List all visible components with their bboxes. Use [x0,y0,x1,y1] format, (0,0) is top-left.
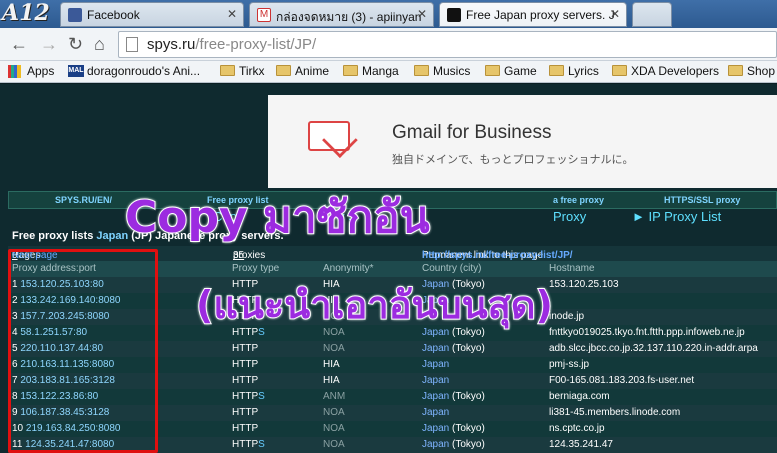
col-anonymity: Anonymity* [323,263,374,274]
proxy-type: HTTPS [232,391,265,402]
proxy-type: HTTP [232,343,259,354]
col-country: Country (city) [422,263,482,274]
country: Japan (Tokyo) [422,343,485,354]
tab-label: Free Japan proxy servers. J [466,8,615,22]
tab-facebook[interactable]: Facebook ✕ [60,2,244,27]
nav-https-ssl-proxy[interactable]: HTTPS/SSL proxy [664,195,740,205]
close-icon[interactable]: ✕ [417,7,427,21]
overlay-text-copy: Copy มาซักอัน [124,191,431,244]
forward-icon[interactable]: → [40,34,58,55]
anonymity: NOA [323,343,345,354]
country: Japan [422,407,450,418]
close-icon[interactable]: ✕ [227,7,237,21]
site-icon: MAL [68,65,84,77]
reload-icon[interactable]: ↻ [68,34,83,55]
facebook-icon [68,8,82,22]
anonymity: NOA [323,423,345,434]
proxy-type: HTTP [232,359,259,370]
spys-icon [447,8,461,22]
bookmark-xda[interactable]: XDA Developers [612,64,719,78]
folder-icon [343,65,358,76]
folder-icon [220,65,235,76]
bookmark-anime[interactable]: Anime [276,64,329,78]
address-bar[interactable]: spys.ru/free-proxy-list/JP/ [118,31,777,58]
page-icon [126,37,138,52]
gmail-ad-banner[interactable]: Gmail for Business 独自ドメインで、もっとプロフェッショナルに… [268,95,777,188]
hostname: 124.35.241.47 [549,439,613,450]
tab-label: กล่องจดหมาย (3) - apiinyan [276,10,422,24]
apps-icon [8,65,21,78]
country: Japan (Tokyo) [422,391,485,402]
hostname: adb.slcc.jbcc.co.jp.32.137.110.220.in-ad… [549,343,758,354]
gmail-logo-icon [308,121,350,151]
nav-a-free-proxy[interactable]: a free proxy [553,195,604,205]
home-icon[interactable]: ⌂ [94,34,105,55]
permalink-url[interactable]: http://spys.ru/free-proxy-list/JP/ [422,250,573,261]
hostname: berniaga.com [549,391,610,402]
bookmark-musics[interactable]: Musics [414,64,470,78]
col-hostname: Hostname [549,263,595,274]
tab-label: Facebook [87,8,140,22]
bookmark-tirkx[interactable]: Tirkx [220,64,265,78]
close-icon[interactable]: ✕ [610,7,620,21]
country: Japan [422,375,450,386]
hostname: fnttkyo019025.tkyo.fnt.ftth.ppp.infoweb.… [549,327,745,338]
folder-icon [728,65,743,76]
anonymity: HIA [323,359,340,370]
country: Japan (Tokyo) [422,423,485,434]
proxy-type: HTTP [232,423,259,434]
folder-icon [549,65,564,76]
tab-spys[interactable]: Free Japan proxy servers. J ✕ [439,2,627,27]
folder-icon [612,65,627,76]
col-proxy-type: Proxy type [232,263,280,274]
anonymity: NOA [323,407,345,418]
overlay-text-recommend: (แนะนำเอาอันบนสุด) [195,282,554,328]
url-domain: spys.ru [147,36,196,53]
anonymity: HIA [323,375,340,386]
browser-toolbar: ← → ↻ ⌂ spys.ru/free-proxy-list/JP/ [0,28,777,61]
hostname: pmj-ss.jp [549,359,590,370]
proxy-type: HTTP [232,407,259,418]
ad-subtitle: 独自ドメインで、もっとプロフェッショナルに。 [392,154,634,166]
anonymity: NOA [323,439,345,450]
bookmark-game[interactable]: Game [485,64,537,78]
folder-icon [276,65,291,76]
gmail-icon: M [257,8,271,22]
hostname: li381-45.members.linode.com [549,407,681,418]
new-tab-button[interactable] [632,2,672,27]
nav-link-ip-proxy-list[interactable]: ► IP Proxy List [632,209,721,224]
anonymity: ANM [323,391,346,402]
hostname: F00-165.081.183.203.fs-user.net [549,375,695,386]
hostname: ns.cptc.co.jp [549,423,605,434]
url-path: /free-proxy-list/JP/ [195,36,317,53]
country: Japan [422,359,450,370]
hostname: 153.120.25.103 [549,279,619,290]
proxy-type: HTTPS [232,439,265,450]
folder-icon [485,65,500,76]
bookmark-manga[interactable]: Manga [343,64,399,78]
tab-gmail[interactable]: M กล่องจดหมาย (3) - apiinyan ✕ [249,2,434,27]
nav-spys-en[interactable]: SPYS.RU/EN/ [55,195,112,205]
ad-title: Gmail for Business [392,122,552,143]
bookmark-shop[interactable]: Shop [728,64,775,78]
back-icon[interactable]: ← [10,34,28,55]
folder-icon [414,65,429,76]
bookmark-lyrics[interactable]: Lyrics [549,64,599,78]
bookmark-apps[interactable]: Apps [8,64,54,78]
bookmark-doragonroudo[interactable]: MAL doragonroudo's Ani... [68,64,200,78]
bookmarks-bar: Apps MAL doragonroudo's Ani... Tirkx Anim… [0,61,777,83]
highlight-box [8,249,158,453]
hostname: inode.jp [549,311,585,322]
proxy-type: HTTP [232,375,259,386]
corner-logo: A12 [2,0,50,26]
tab-bar: A12 Facebook ✕ M กล่องจดหมาย (3) - apiin… [0,0,777,28]
nav-link-proxy[interactable]: Proxy [553,209,586,224]
country: Japan (Tokyo) [422,439,485,450]
